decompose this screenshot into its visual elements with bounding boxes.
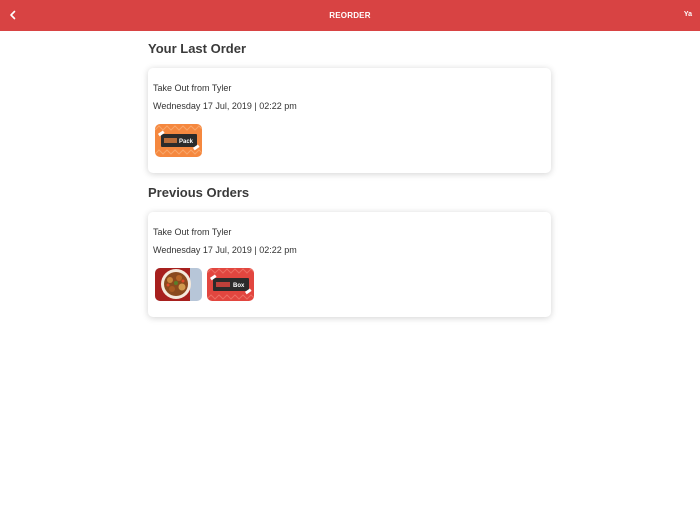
- previous-orders-heading: Previous Orders: [148, 185, 250, 200]
- user-initials[interactable]: Ya: [684, 11, 692, 18]
- box-image[interactable]: Box: [207, 268, 254, 301]
- last-order-card[interactable]: Take Out from Tyler Wednesday 17 Jul, 20…: [148, 68, 551, 173]
- pack-label: Pack: [179, 139, 194, 145]
- order-title: Take Out from Tyler: [153, 83, 232, 93]
- chevron-left-icon: [10, 10, 16, 20]
- order-datetime: Wednesday 17 Jul, 2019 | 02:22 pm: [153, 101, 297, 111]
- food-plate-image[interactable]: [155, 268, 202, 301]
- app-header: REORDER Ya: [0, 0, 700, 31]
- box-label: Box: [233, 283, 245, 289]
- order-datetime: Wednesday 17 Jul, 2019 | 02:22 pm: [153, 245, 297, 255]
- page-title: REORDER: [329, 11, 371, 20]
- order-items: Box: [155, 268, 254, 301]
- order-items: Pack: [155, 124, 202, 157]
- back-button[interactable]: [6, 8, 20, 22]
- order-title: Take Out from Tyler: [153, 227, 232, 237]
- pack-box-image[interactable]: Pack: [155, 124, 202, 157]
- last-order-heading: Your Last Order: [148, 41, 247, 56]
- previous-order-card[interactable]: Take Out from Tyler Wednesday 17 Jul, 20…: [148, 212, 551, 317]
